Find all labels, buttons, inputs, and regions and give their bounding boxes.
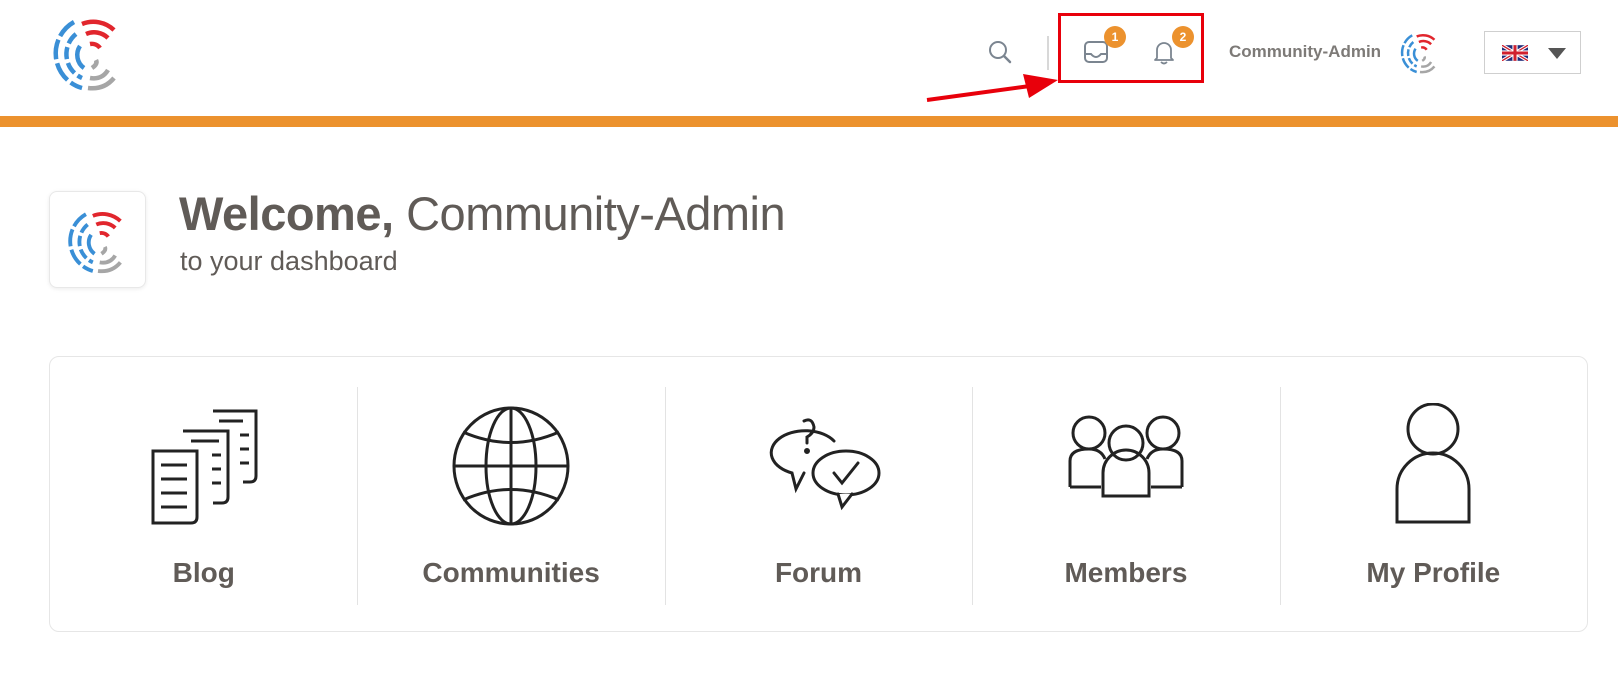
chevron-down-icon	[1548, 48, 1566, 59]
documents-stack-icon	[151, 409, 258, 525]
uk-flag-icon	[1502, 44, 1528, 61]
top-header: 1 2 Community-Admin	[0, 0, 1618, 115]
tile-label: Forum	[774, 557, 863, 588]
language-select[interactable]	[1484, 31, 1581, 74]
welcome-username: Community-Admin	[406, 187, 786, 240]
annotation-arrow-icon	[926, 74, 1058, 102]
search-button[interactable]	[986, 38, 1014, 66]
tile-label: My Profile	[1366, 557, 1501, 588]
tile-blog[interactable]: Blog	[50, 357, 357, 631]
user-avatar[interactable]	[1400, 28, 1440, 76]
tile-members[interactable]: Members	[972, 357, 1279, 631]
person-icon	[1395, 403, 1471, 524]
tile-label: Communities	[422, 557, 600, 588]
speech-bubbles-icon	[769, 418, 881, 511]
tile-forum[interactable]: Forum	[664, 357, 972, 631]
tile-label: Blog	[172, 557, 235, 588]
globe-icon	[452, 406, 570, 526]
tile-my-profile[interactable]: My Profile	[1279, 357, 1587, 631]
greeting: Welcome,	[179, 187, 394, 240]
community-logo-icon	[67, 204, 129, 276]
dashboard-tiles: Blog Communities Forum Members My Profil…	[49, 356, 1588, 632]
accent-bar	[0, 116, 1618, 127]
username-label[interactable]: Community-Admin	[1229, 42, 1381, 62]
header-divider	[1047, 36, 1049, 70]
group-icon	[1068, 415, 1184, 498]
page-title: Welcome, Community-Admin	[179, 186, 786, 241]
community-logo-icon[interactable]	[52, 12, 124, 92]
tile-communities[interactable]: Communities	[357, 357, 664, 631]
welcome-logo	[49, 191, 146, 288]
search-icon	[989, 41, 1012, 64]
annotation-highlight-box	[1058, 13, 1204, 83]
tile-label: Members	[1064, 557, 1188, 588]
page-subtitle: to your dashboard	[180, 246, 398, 276]
